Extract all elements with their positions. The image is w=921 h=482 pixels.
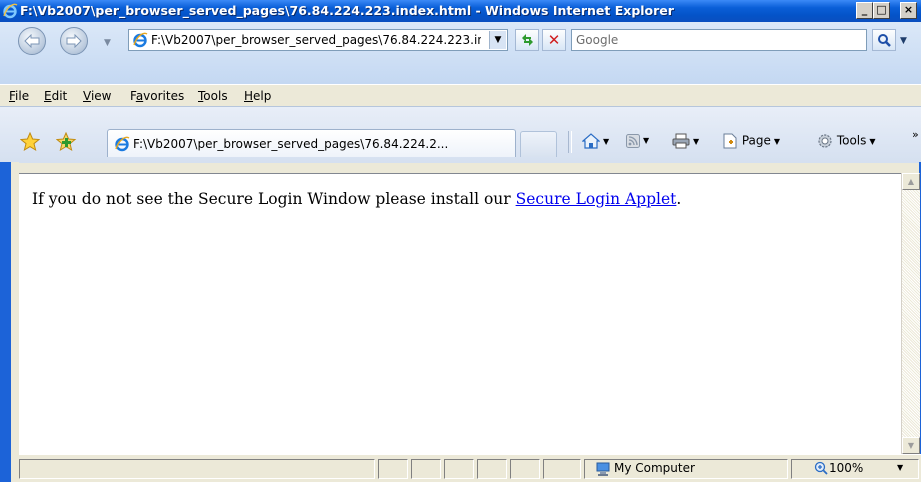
browser-window: F:\Vb2007\per_browser_served_pages\76.84…: [0, 0, 921, 482]
chevron-down-icon[interactable]: ▼: [603, 137, 609, 146]
status-bar: My Computer 100% ▼: [19, 454, 921, 482]
add-favorites-icon[interactable]: [56, 132, 78, 152]
ie-icon: [3, 3, 18, 19]
menu-label: Tools: [198, 89, 228, 103]
search-button[interactable]: [872, 29, 896, 51]
home-button[interactable]: ▼: [581, 133, 609, 149]
gear-icon: [818, 134, 832, 148]
address-input[interactable]: F:\Vb2007\per_browser_served_pages\76.84…: [151, 33, 481, 47]
menu-tools[interactable]: Tools: [198, 89, 228, 103]
menu-label: Favorites: [130, 89, 185, 103]
ie-page-icon: [133, 32, 148, 48]
status-pane: [378, 459, 408, 479]
menu-edit[interactable]: Edit: [44, 89, 67, 103]
scroll-up-button[interactable]: ▲: [902, 173, 920, 190]
status-pane: [543, 459, 581, 479]
back-arrow-icon: [24, 34, 40, 48]
vertical-scrollbar[interactable]: ▲ ▼: [901, 173, 920, 454]
menu-favorites[interactable]: Favorites: [130, 89, 184, 103]
rss-icon: [626, 133, 640, 148]
page-menu-button[interactable]: Page ▼: [722, 133, 780, 149]
tab-active[interactable]: F:\Vb2007\per_browser_served_pages\76.84…: [107, 129, 516, 157]
tools-menu-button[interactable]: Tools ▼: [817, 133, 876, 149]
search-options-dropdown-icon[interactable]: ▼: [900, 36, 907, 46]
menu-file[interactable]: File: [9, 89, 29, 103]
chevron-down-icon: ▼: [869, 136, 876, 146]
minimize-button[interactable]: _: [856, 2, 873, 19]
menu-view[interactable]: View: [83, 89, 111, 103]
navigation-bar: ▼ F:\Vb2007\per_browser_served_pages\76.…: [0, 22, 921, 84]
printer-icon: [672, 133, 690, 149]
secure-login-applet-link[interactable]: Secure Login Applet: [516, 190, 677, 208]
refresh-button[interactable]: [515, 29, 539, 51]
status-text-pane: [19, 459, 375, 479]
chevron-down-icon: ▼: [773, 136, 781, 146]
home-icon: [581, 133, 601, 149]
chevron-down-icon[interactable]: ▼: [643, 136, 649, 145]
ie-page-icon: [115, 136, 130, 152]
install-prompt: If you do not see the Secure Login Windo…: [32, 190, 681, 208]
back-button[interactable]: [18, 27, 46, 55]
scroll-down-button[interactable]: ▼: [902, 437, 920, 454]
menu-help[interactable]: Help: [244, 89, 271, 103]
tab-bar: F:\Vb2007\per_browser_served_pages\76.84…: [0, 106, 921, 163]
stop-icon: ✕: [547, 31, 561, 49]
page-menu-label: Page: [741, 133, 771, 148]
zoom-dropdown-icon[interactable]: ▼: [897, 463, 903, 472]
chevron-down-icon[interactable]: ▼: [693, 137, 699, 146]
menu-label: File: [9, 89, 30, 103]
zoom-level: 100%: [829, 461, 864, 475]
toolbar-separator: [568, 131, 572, 153]
feeds-button[interactable]: ▼: [626, 133, 649, 148]
star-icon[interactable]: [20, 132, 40, 152]
status-pane: [411, 459, 441, 479]
zoom-icon: [814, 461, 828, 475]
search-input[interactable]: Google: [576, 33, 618, 47]
recent-pages-dropdown-icon[interactable]: ▼: [104, 38, 111, 48]
search-box[interactable]: Google: [571, 29, 867, 51]
search-icon: [878, 34, 891, 47]
menu-label: View: [83, 89, 112, 103]
window-left-frame: [0, 162, 19, 482]
print-button[interactable]: ▼: [672, 133, 699, 149]
status-pane: [444, 459, 474, 479]
page-content: If you do not see the Secure Login Windo…: [19, 173, 901, 455]
tools-menu-label: Tools: [836, 133, 867, 148]
forward-arrow-icon: [66, 34, 82, 48]
page-icon: [723, 133, 737, 149]
address-bar[interactable]: F:\Vb2007\per_browser_served_pages\76.84…: [128, 29, 508, 51]
refresh-icon: [522, 34, 533, 46]
prompt-text: If you do not see the Secure Login Windo…: [32, 190, 516, 208]
status-pane: [510, 459, 540, 479]
window-title: F:\Vb2007\per_browser_served_pages\76.84…: [20, 3, 674, 18]
prompt-period: .: [676, 190, 682, 208]
new-tab-button[interactable]: [520, 131, 557, 157]
menu-label: Edit: [44, 89, 68, 103]
address-dropdown-icon[interactable]: ▼: [489, 31, 506, 49]
security-zone-label: My Computer: [614, 461, 695, 475]
computer-icon: [596, 462, 610, 476]
tab-label: F:\Vb2007\per_browser_served_pages\76.84…: [133, 137, 449, 151]
title-bar: F:\Vb2007\per_browser_served_pages\76.84…: [0, 0, 921, 22]
close-button[interactable]: ×: [900, 2, 917, 19]
stop-button[interactable]: ✕: [542, 29, 566, 51]
menu-bar: File Edit View Favorites Tools Help: [0, 84, 921, 107]
menu-label: Help: [244, 89, 272, 103]
toolbar-overflow-chevron-icon[interactable]: »: [912, 128, 919, 141]
forward-button[interactable]: [60, 27, 88, 55]
maximize-button[interactable]: □: [873, 2, 890, 19]
status-pane: [477, 459, 507, 479]
